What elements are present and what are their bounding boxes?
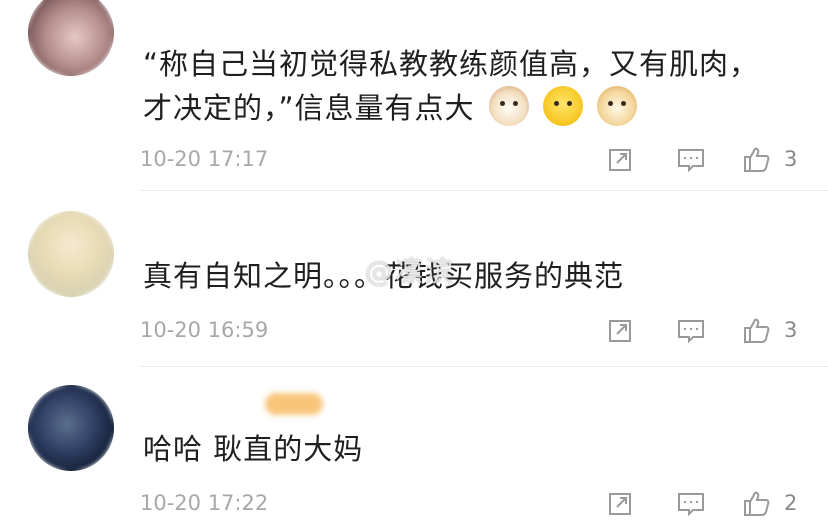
comment-body: 真有自知之明。。。花钱买服务的典范	[143, 259, 625, 293]
comment-button[interactable]	[676, 315, 706, 345]
timestamp: 10-20 16:59	[140, 318, 269, 342]
comment-body: 哈哈 耿直的大妈	[143, 432, 364, 466]
like-count: 3	[784, 147, 798, 171]
repost-button[interactable]	[606, 315, 636, 345]
comment-item: “称自己当初觉得私教教练颜值高，又有肌肉，才决定的，”信息量有点大 10-20 …	[0, 0, 828, 190]
like-count: 2	[784, 491, 798, 515]
comment-button[interactable]	[676, 144, 706, 174]
repost-icon	[609, 320, 631, 342]
comment-body: “称自己当初觉得私教教练颜值高，又有肌肉，才决定的，”信息量有点大	[143, 47, 760, 125]
repost-button[interactable]	[606, 488, 636, 518]
comment-icon	[678, 493, 704, 517]
comment-icon	[678, 149, 704, 173]
comment-button[interactable]	[676, 488, 706, 518]
timestamp: 10-20 17:22	[140, 491, 269, 515]
comment-meta: 10-20 17:22 2	[140, 488, 828, 518]
comment-meta: 10-20 16:59 3	[140, 315, 828, 345]
comment-text: 哈哈 耿直的大妈	[143, 427, 788, 471]
like-button[interactable]	[742, 144, 772, 174]
avatar[interactable]	[28, 211, 114, 297]
repost-icon	[609, 493, 631, 515]
comment-text: “称自己当初觉得私教教练颜值高，又有肌肉，才决定的，”信息量有点大	[143, 42, 788, 130]
comment-item: 哈哈 耿直的大妈 10-20 17:22 2	[0, 367, 828, 528]
like-count: 3	[784, 318, 798, 342]
cat-icon	[488, 86, 529, 126]
vip-badge	[265, 393, 323, 415]
timestamp: 10-20 17:17	[140, 147, 269, 171]
like-button[interactable]	[742, 315, 772, 345]
comment-text: 真有自知之明。。。花钱买服务的典范	[143, 254, 788, 298]
thumbs-up-icon	[744, 147, 770, 172]
repost-button[interactable]	[606, 144, 636, 174]
comment-meta: 10-20 17:17 3	[140, 144, 828, 174]
repost-icon	[609, 149, 631, 171]
avatar[interactable]	[28, 0, 114, 76]
comment-icon	[678, 320, 704, 344]
comment-item: 真有自知之明。。。花钱买服务的典范 10-20 16:59 3	[0, 191, 828, 366]
like-button[interactable]	[742, 488, 772, 518]
avatar[interactable]	[28, 385, 114, 471]
thumbs-up-icon	[744, 318, 770, 343]
doge-icon	[597, 86, 638, 126]
smiling-face-icon	[542, 86, 583, 126]
thumbs-up-icon	[744, 491, 770, 516]
